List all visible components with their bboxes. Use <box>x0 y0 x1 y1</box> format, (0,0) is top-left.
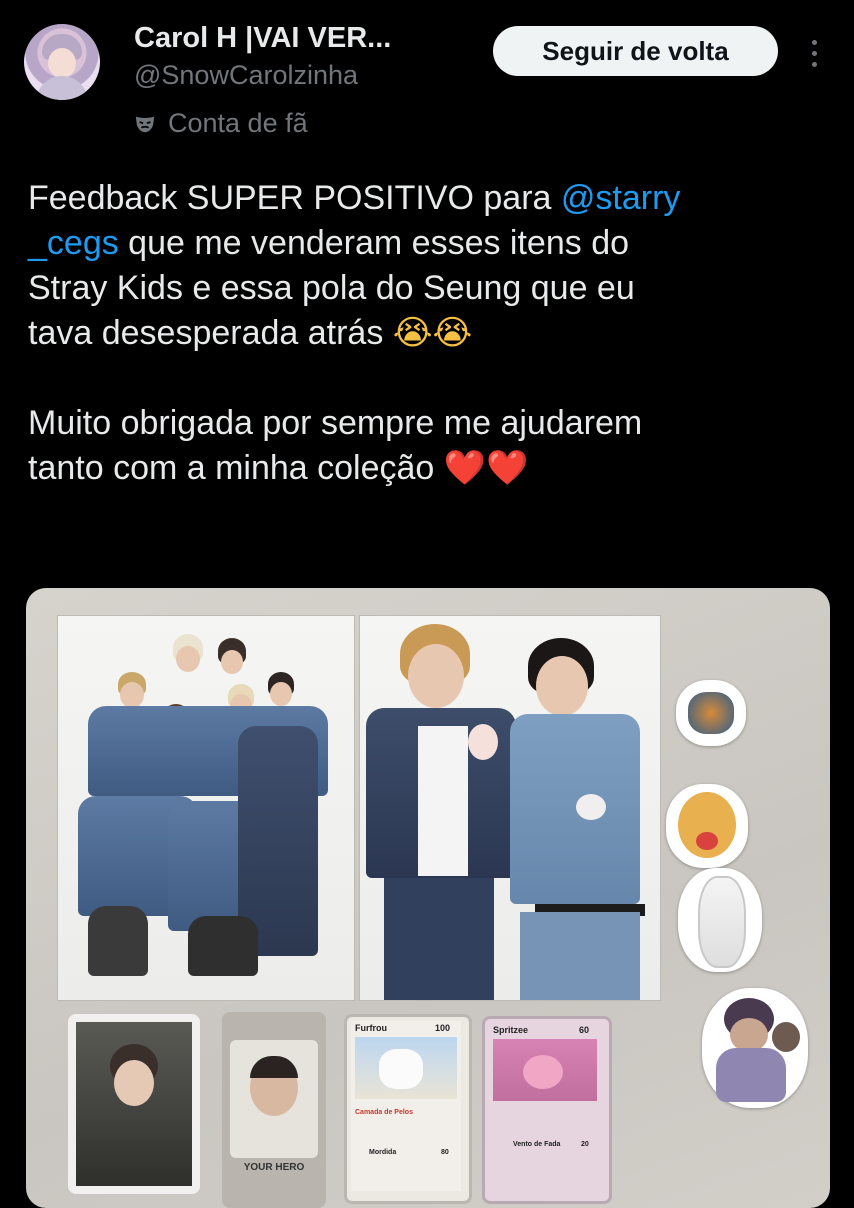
avatar[interactable] <box>24 24 100 100</box>
crying-emoji: 😭😭 <box>392 313 473 353</box>
tweet-text-line: tava desesperada atrás <box>28 314 393 352</box>
fan-label-text: Conta de fã <box>168 108 308 138</box>
card2-damage: 20 <box>581 1141 589 1148</box>
pokemon-card-furfrou: Furfrou 100 Camada de Pelos Mordida 80 <box>344 1014 472 1204</box>
card1-attack: Mordida <box>369 1149 397 1156</box>
card1-name: Furfrou <box>355 1023 387 1033</box>
user-handle[interactable]: @SnowCarolzinha <box>134 60 358 91</box>
card2-name: Spritzee <box>493 1025 529 1035</box>
character-sticker <box>702 988 808 1108</box>
follow-back-button[interactable]: Seguir de volta <box>493 26 778 76</box>
group-poster <box>58 616 354 1000</box>
card1-hp: 100 <box>435 1023 451 1033</box>
tweet-photo[interactable]: YOUR HERO Furfrou 100 Camada de Pelos Mo… <box>26 588 830 1208</box>
tweet-text-line: que me venderam esses itens do <box>118 224 630 262</box>
card1-damage: 80 <box>441 1149 449 1156</box>
mask-icon <box>135 116 155 132</box>
bear-sticker <box>666 784 748 868</box>
display-name[interactable]: Carol H |VAI VER... <box>134 22 391 55</box>
tweet-text-line: tanto com a minha coleção <box>28 449 444 487</box>
mention-link-cont[interactable]: _cegs <box>28 224 119 262</box>
heart-emoji: ❤️❤️ <box>443 448 529 488</box>
tweet-text: Feedback SUPER POSITIVO para @starry _ce… <box>28 176 828 491</box>
more-options-icon[interactable] <box>800 34 828 74</box>
pokemon-card-spritzee: Spritzee 60 Vento de Fada 20 <box>482 1016 612 1204</box>
tweet-text-line: Feedback SUPER POSITIVO para <box>28 179 561 217</box>
mention-link[interactable]: @starry <box>561 179 681 217</box>
fan-account-label: Conta de fã <box>134 108 308 139</box>
tweet-header: Carol H |VAI VER... @SnowCarolzinha Cont… <box>0 0 854 150</box>
tweet-text-line: Muito obrigada por sempre me ajudarem <box>28 404 643 442</box>
tweet-text-line: Stray Kids e essa pola do Seung que eu <box>28 269 635 307</box>
card2-attack: Vento de Fada <box>513 1141 561 1148</box>
card1-ability: Camada de Pelos <box>355 1109 413 1116</box>
photocard: YOUR HERO <box>222 1012 326 1208</box>
photocard-caption: YOUR HERO <box>243 1162 305 1173</box>
duo-poster <box>360 616 660 1000</box>
card2-hp: 60 <box>579 1025 590 1035</box>
polaroid-card <box>68 1014 200 1194</box>
white-dragon-sticker <box>678 868 762 972</box>
dragon-sticker <box>676 680 746 746</box>
